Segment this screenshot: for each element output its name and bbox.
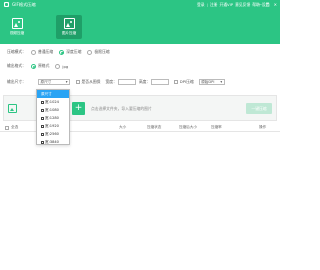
- output-size-value: 原尺寸: [40, 79, 52, 84]
- video-icon: [11, 18, 23, 29]
- compress-mode-label: 压缩模式：: [7, 49, 26, 54]
- col-compress-ratio: 压缩率: [211, 125, 222, 129]
- maximize-icon[interactable]: □: [266, 2, 270, 7]
- app-title: GIF格式压缩: [12, 1, 36, 7]
- radio-dot: [31, 49, 36, 55]
- chevron-down-icon: ▾: [65, 80, 68, 84]
- col-actions: 操作: [259, 125, 267, 129]
- app-title-bar: GIF格式压缩: [4, 1, 36, 8]
- dpi-value: 原始DPI: [201, 79, 215, 84]
- tab-image-compress[interactable]: 图片压缩: [56, 15, 82, 39]
- compress-mode-row: 压缩模式： 普通压缩 深度压缩 极限压缩: [7, 48, 116, 56]
- width-input[interactable]: [117, 79, 136, 85]
- radio-label: 原格式: [38, 63, 50, 68]
- output-size-select[interactable]: 原尺寸 ▾: [38, 79, 70, 85]
- radio-extreme-compress[interactable]: 极限压缩: [87, 49, 110, 55]
- checkbox-box: [76, 80, 80, 84]
- output-size-row: 输出尺寸： 原尺寸 ▾ 是否从图保 宽度： 高度： DPI压缩 原始DPI ▾: [7, 78, 225, 86]
- width-label: 宽度：: [105, 79, 117, 84]
- dropdown-item-label: 宽:3840: [45, 139, 59, 144]
- col-size: 大小: [119, 125, 127, 129]
- col-compress-status: 压缩状态: [147, 125, 162, 129]
- keep-ratio-label: 是否从图保: [81, 79, 101, 84]
- dropdown-item-label: 宽:1024: [45, 99, 59, 104]
- output-format-label: 输出格式：: [7, 63, 26, 68]
- radio-label: 普通压缩: [38, 49, 54, 54]
- dropdown-item-label: 宽:2560: [45, 131, 59, 136]
- dropdown-item-3840[interactable]: 宽:3840: [37, 138, 69, 146]
- add-image-icon[interactable]: [8, 104, 17, 113]
- feedback-link[interactable]: 意见反馈: [235, 2, 250, 8]
- radio-dot-selected: [59, 49, 65, 55]
- dpi-compress-label: DPI压缩: [179, 79, 194, 84]
- dropdown-item-2560[interactable]: 宽:2560: [37, 130, 69, 138]
- col-compressed-size: 压缩后大小: [179, 125, 197, 129]
- app-logo-icon: [4, 2, 9, 7]
- image-icon: [41, 108, 44, 112]
- dpi-compress-checkbox[interactable]: DPI压缩: [174, 79, 194, 85]
- minimize-icon[interactable]: —: [258, 2, 262, 7]
- app-header: GIF格式压缩 登录 | 注册 开通VIP 意见反馈 帮助 设置 — □ ✕ 视频…: [0, 0, 280, 44]
- radio-label: jpg: [62, 63, 69, 69]
- chevron-down-icon: ▾: [220, 80, 223, 84]
- keep-ratio-checkbox[interactable]: 是否从图保: [76, 79, 100, 85]
- dropdown-item-original[interactable]: 原尺寸: [37, 90, 69, 98]
- image-icon: [41, 132, 44, 136]
- drop-hint: 点击选择文件夹，导入要压缩的图片: [91, 106, 152, 111]
- dropdown-item-label: 宽:1920: [45, 123, 59, 128]
- compress-all-button[interactable]: 一键压缩: [246, 103, 272, 114]
- dpi-select[interactable]: 原始DPI ▾: [198, 79, 225, 85]
- tab-video-compress[interactable]: 视频压缩: [4, 15, 30, 39]
- dropdown-item-1080[interactable]: 宽:1080: [37, 106, 69, 114]
- image-icon: [41, 140, 44, 144]
- tab-label: 视频压缩: [9, 31, 25, 35]
- checkbox-box: [174, 80, 179, 84]
- nav-separator: |: [206, 2, 208, 7]
- radio-dot: [87, 49, 93, 55]
- radio-jpg-format[interactable]: jpg: [55, 63, 69, 69]
- height-input[interactable]: [151, 79, 170, 85]
- dropdown-item-1920[interactable]: 宽:1920: [37, 122, 69, 130]
- close-icon[interactable]: ✕: [274, 2, 277, 7]
- col-select-all[interactable]: 全选: [11, 125, 18, 130]
- dropdown-item-1280[interactable]: 宽:1280: [37, 114, 69, 122]
- image-icon: [41, 124, 44, 128]
- image-icon: [41, 116, 44, 120]
- radio-label: 极限压缩: [94, 49, 110, 54]
- dropdown-item-1024[interactable]: 宽:1024: [37, 98, 69, 106]
- image-icon: [41, 100, 44, 104]
- image-icon: [63, 18, 75, 29]
- dropdown-item-label: 宽:1080: [45, 107, 59, 112]
- tab-label: 图片压缩: [61, 31, 77, 35]
- radio-normal-compress[interactable]: 普通压缩: [31, 49, 53, 55]
- dropdown-item-label: 宽:1280: [45, 115, 59, 120]
- login-link[interactable]: 登录: [197, 2, 205, 8]
- select-all-checkbox[interactable]: [5, 125, 9, 130]
- height-label: 高度：: [138, 79, 151, 84]
- radio-dot-selected: [31, 63, 36, 69]
- radio-original-format[interactable]: 原格式: [31, 63, 49, 69]
- add-file-button[interactable]: +: [72, 102, 85, 115]
- size-dropdown-menu: 原尺寸 宽:1024 宽:1080 宽:1280 宽:1920 宽:2560 宽…: [36, 89, 70, 145]
- radio-dot: [55, 63, 61, 69]
- register-link[interactable]: 注册: [210, 2, 218, 8]
- vip-link[interactable]: 开通VIP: [219, 2, 233, 8]
- radio-deep-compress[interactable]: 深度压缩: [59, 49, 81, 55]
- output-size-label: 输出尺寸：: [7, 79, 26, 84]
- window-controls: — □ ✕: [254, 1, 277, 8]
- radio-label: 深度压缩: [66, 49, 82, 54]
- dropdown-item-label: 原尺寸: [41, 91, 52, 96]
- output-format-row: 输出格式： 原格式 jpg: [7, 62, 74, 70]
